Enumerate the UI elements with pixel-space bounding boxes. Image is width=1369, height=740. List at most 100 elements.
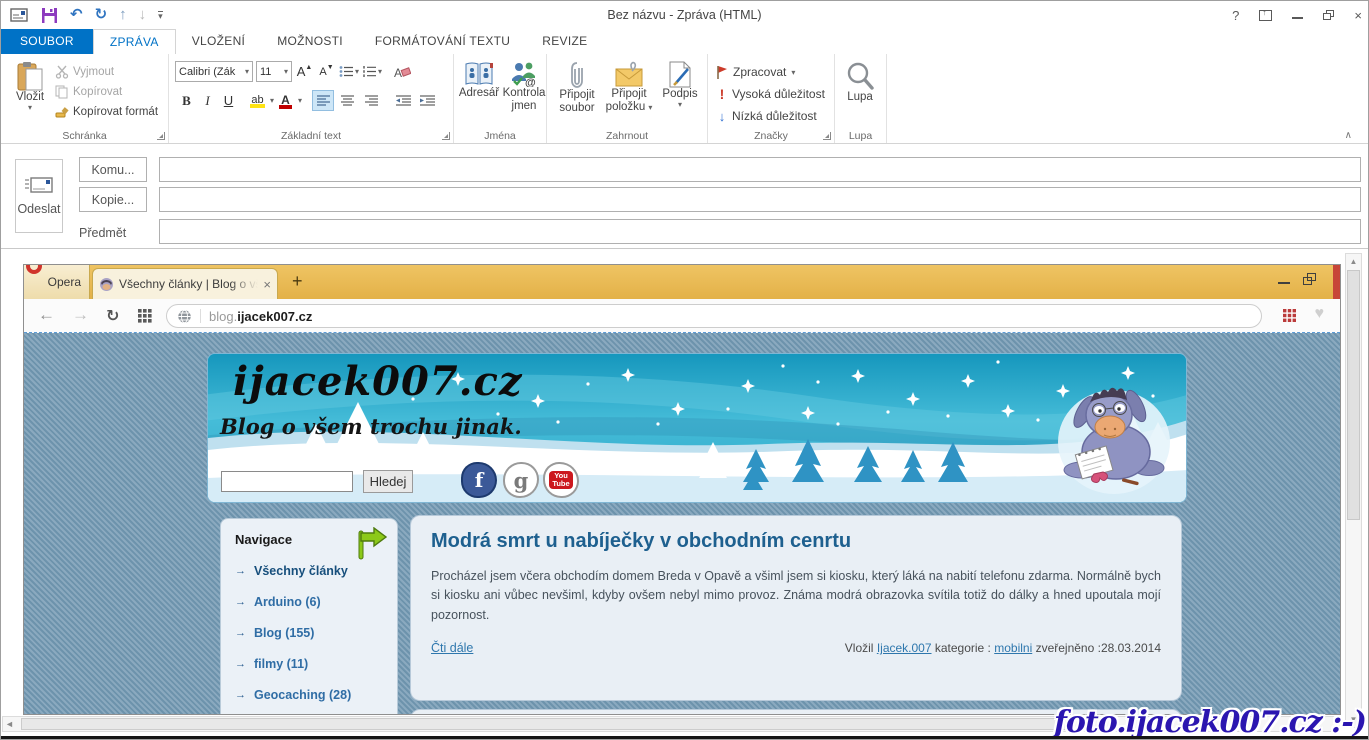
eraser-icon: A [394, 65, 411, 79]
minimize-icon[interactable] [1292, 12, 1303, 19]
italic-button[interactable]: I [198, 90, 217, 111]
restore-icon[interactable] [1323, 10, 1334, 20]
follow-up-button[interactable]: Zpracovat▾ [716, 62, 825, 82]
nav-item-geocaching[interactable]: → Geocaching (28) [235, 688, 383, 702]
send-button[interactable]: Odeslat [15, 159, 63, 233]
save-icon[interactable] [41, 7, 58, 24]
signature-icon [668, 61, 692, 88]
check-names-button[interactable]: @ Kontrola jmen [502, 54, 546, 113]
attach-item-button[interactable]: Připojit položku▾ [603, 54, 655, 114]
back-icon[interactable]: ← [38, 305, 55, 325]
message-body[interactable]: Opera Všechny články | Blog o vš × + [1, 248, 1368, 736]
reload-icon[interactable]: ↻ [106, 306, 119, 326]
tab-formatovani-textu[interactable]: FORMÁTOVÁNÍ TEXTU [359, 29, 526, 54]
increase-indent-button[interactable] [416, 90, 438, 111]
font-size-select[interactable]: 11▾ [256, 61, 292, 82]
to-button[interactable]: Komu... [79, 157, 147, 182]
dialog-launcher-icon[interactable] [823, 132, 831, 140]
scroll-up-icon[interactable]: ▲ [1346, 254, 1361, 269]
align-center-button[interactable] [336, 90, 358, 111]
help-icon[interactable]: ? [1232, 8, 1239, 23]
low-importance-button[interactable]: ↓ Nízká důležitost [716, 106, 825, 126]
shrink-font-button[interactable]: A▼ [317, 61, 336, 82]
opera-close-strip[interactable] [1333, 265, 1340, 299]
cc-button[interactable]: Kopie... [79, 187, 147, 212]
horizontal-scroll-thumb[interactable] [21, 718, 1066, 730]
opera-restore-icon[interactable] [1303, 273, 1316, 285]
subject-input[interactable] [159, 219, 1361, 244]
font-name-select[interactable]: Calibri (Zák▾ [175, 61, 253, 82]
align-right-button[interactable] [360, 90, 382, 111]
message-icon[interactable] [9, 7, 29, 23]
category-link[interactable]: mobilni [994, 641, 1032, 655]
attach-file-button[interactable]: Připojit soubor [551, 54, 603, 115]
decrease-indent-button[interactable] [392, 90, 414, 111]
window-bottom-edge [1, 736, 1368, 739]
to-input[interactable] [159, 157, 1361, 182]
redo-icon[interactable]: ↻ [95, 4, 108, 26]
move-up-icon[interactable]: ↑ [119, 4, 127, 26]
tab-revize[interactable]: REVIZE [526, 29, 603, 54]
bullet-list-button[interactable]: ▾ [339, 61, 359, 82]
opera-minimize-icon[interactable] [1278, 276, 1290, 284]
clear-formatting-button[interactable]: A [393, 61, 412, 82]
undo-icon[interactable]: ↶ [70, 4, 83, 26]
high-importance-button[interactable]: ! Vysoká důležitost [716, 84, 825, 104]
zoom-button[interactable]: Lupa [838, 54, 882, 104]
group-label: Schránka [1, 130, 168, 142]
vertical-scrollbar[interactable]: ▲ ▼ [1345, 253, 1362, 728]
vertical-scroll-thumb[interactable] [1347, 270, 1360, 520]
bookmark-heart-icon[interactable]: ♥ [1315, 305, 1325, 323]
bold-button[interactable]: B [177, 90, 196, 111]
scroll-left-icon[interactable]: ◄ [5, 717, 14, 732]
nav-item-vsechny-clanky[interactable]: → Všechny články [235, 564, 383, 578]
nav-item-blog[interactable]: → Blog (155) [235, 626, 383, 640]
tab-soubor[interactable]: SOUBOR [1, 29, 93, 54]
blog-search-button[interactable]: Hledej [363, 470, 413, 493]
extensions-grid-icon[interactable] [1283, 309, 1296, 322]
opera-window: Opera Všechny články | Blog o vš × + [23, 264, 1341, 715]
collapse-ribbon-icon[interactable]: ∧ [1345, 130, 1352, 141]
ribbon: Vložit ▾ Vyjmout Kopír [1, 54, 1368, 144]
numbered-list-button[interactable]: ▾ [362, 61, 382, 82]
article-title[interactable]: Modrá smrt u nabíječky v obchodním cenrt… [431, 530, 1161, 553]
address-book-button[interactable]: Adresář [456, 54, 502, 100]
new-tab-icon[interactable]: + [292, 271, 303, 292]
format-painter-button[interactable]: Kopírovat formát [55, 102, 158, 122]
ribbon-display-options-icon[interactable] [1259, 10, 1272, 21]
facebook-icon[interactable]: f [463, 464, 495, 496]
browser-tab[interactable]: Všechny články | Blog o vš × [92, 268, 278, 299]
nav-item-arduino[interactable]: → Arduino (6) [235, 595, 383, 609]
arrow-bullet-icon: → [235, 658, 246, 670]
author-link[interactable]: Ijacek.007 [877, 641, 932, 655]
underline-button[interactable]: U [219, 90, 238, 111]
read-more-link[interactable]: Čti dále [431, 641, 473, 655]
customize-qat-icon[interactable]: ▾ [158, 11, 163, 20]
font-color-button[interactable]: A [276, 90, 295, 111]
dialog-launcher-icon[interactable] [442, 132, 450, 140]
arrow-bullet-icon: → [235, 565, 246, 577]
dialog-launcher-icon[interactable] [157, 132, 165, 140]
tab-zprava[interactable]: ZPRÁVA [93, 29, 176, 54]
highlight-button[interactable]: ab [248, 90, 267, 111]
tab-vlozeni[interactable]: VLOŽENÍ [176, 29, 261, 54]
group-zahrnout: Připojit soubor Připojit položku▾ [547, 54, 708, 143]
speed-dial-icon[interactable] [138, 309, 152, 323]
align-left-button[interactable] [312, 90, 334, 111]
signature-button[interactable]: Podpis ▾ [657, 54, 703, 109]
grow-font-button[interactable]: A▲ [295, 61, 314, 82]
copy-button: Kopírovat [55, 82, 158, 102]
blog-search-input[interactable] [221, 471, 353, 492]
nav-item-filmy[interactable]: → filmy (11) [235, 657, 383, 671]
youtube-icon[interactable]: YouTube [545, 464, 577, 496]
cc-input[interactable] [159, 187, 1361, 212]
tab-moznosti[interactable]: MOŽNOSTI [261, 29, 359, 54]
close-icon[interactable]: × [1354, 8, 1362, 23]
flag-icon [716, 65, 729, 79]
address-bar[interactable]: blog.ijacek007.cz [166, 304, 1262, 328]
opera-menu-button[interactable]: Opera [24, 265, 90, 299]
blog-navigation: Navigace → Všechny články → Arduino (6) [220, 518, 398, 715]
tab-close-icon[interactable]: × [263, 277, 271, 292]
clipboard-icon [17, 61, 43, 91]
paste-button[interactable]: Vložit ▾ [7, 54, 53, 112]
